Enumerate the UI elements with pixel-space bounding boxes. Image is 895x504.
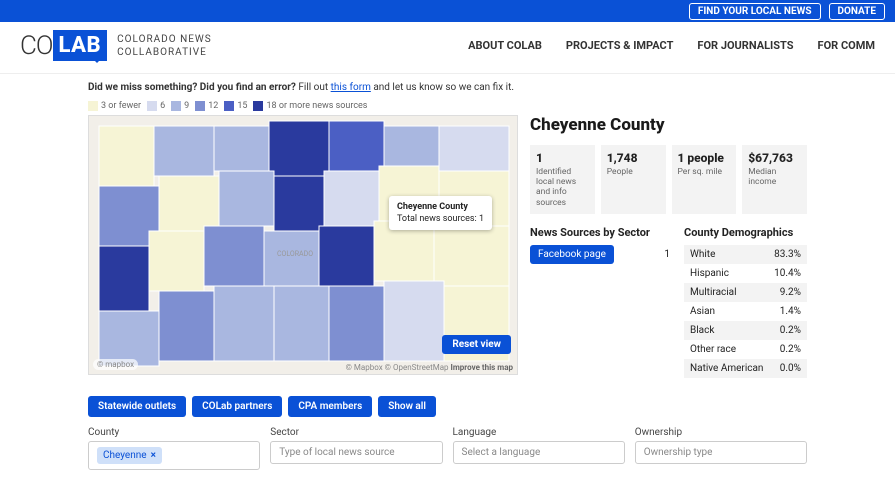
ownership-filter-label: Ownership bbox=[635, 427, 807, 438]
svg-text:COLORADO: COLORADO bbox=[277, 250, 313, 258]
pill-showall[interactable]: Show all bbox=[378, 396, 436, 417]
main-nav: ABOUT COLAB PROJECTS & IMPACT FOR JOURNA… bbox=[468, 39, 875, 52]
sector-filter-label: Sector bbox=[270, 427, 442, 438]
top-bar: FIND YOUR LOCAL NEWS DONATE bbox=[0, 0, 895, 22]
county-tag: Cheyenne× bbox=[97, 447, 162, 464]
language-filter-label: Language bbox=[453, 427, 625, 438]
logo-subtitle: COLORADO NEWSCOLLABORATIVE bbox=[117, 33, 212, 59]
logo-lab: LAB bbox=[53, 30, 108, 61]
choropleth-map[interactable]: COLORADO Cheyenne County Total news sour… bbox=[88, 115, 518, 375]
sector-filter-input[interactable]: Type of local news source bbox=[270, 441, 442, 464]
sector-facebook-pill[interactable]: Facebook page bbox=[530, 245, 614, 264]
mapbox-logo: © mapbox bbox=[93, 359, 138, 370]
map-tooltip: Cheyenne County Total news sources: 1 bbox=[389, 196, 492, 230]
stat-people: 1,748People bbox=[601, 145, 666, 214]
county-filter-label: County bbox=[88, 427, 260, 438]
stat-income: $67,763Median income bbox=[742, 145, 807, 214]
stat-sources: 1Identified local news and info sources bbox=[530, 145, 595, 214]
county-filter-input[interactable]: Cheyenne× bbox=[88, 441, 260, 470]
stat-cards: 1Identified local news and info sources … bbox=[530, 145, 807, 214]
feedback-link[interactable]: this form bbox=[331, 82, 371, 93]
logo[interactable]: CO LAB COLORADO NEWSCOLLABORATIVE bbox=[20, 30, 212, 61]
logo-co: CO bbox=[20, 31, 53, 61]
nav-about[interactable]: ABOUT COLAB bbox=[468, 39, 542, 52]
pill-cpa[interactable]: CPA members bbox=[288, 396, 372, 417]
ownership-filter-input[interactable]: Ownership type bbox=[635, 441, 807, 464]
improve-map-link[interactable]: Improve this map bbox=[451, 363, 513, 372]
nav-journalists[interactable]: FOR JOURNALISTS bbox=[697, 39, 793, 52]
demographics-heading: County Demographics bbox=[684, 226, 807, 239]
remove-tag-icon[interactable]: × bbox=[151, 450, 156, 461]
feedback-line: Did we miss something? Did you find an e… bbox=[88, 82, 807, 93]
reset-view-button[interactable]: Reset view bbox=[442, 335, 511, 354]
nav-communities[interactable]: FOR COMM bbox=[818, 39, 875, 52]
header: CO LAB COLORADO NEWSCOLLABORATIVE ABOUT … bbox=[0, 22, 895, 74]
stat-density: 1 peoplePer sq. mile bbox=[672, 145, 737, 214]
nav-projects[interactable]: PROJECTS & IMPACT bbox=[566, 39, 674, 52]
county-title: Cheyenne County bbox=[530, 115, 807, 135]
sector-facebook-count: 1 bbox=[664, 249, 670, 260]
sectors-heading: News Sources by Sector bbox=[530, 226, 670, 239]
map-attribution: © Mapbox © OpenStreetMap Improve this ma… bbox=[346, 363, 513, 372]
map-legend: 3 or fewer 6 9 12 15 18 or more news sou… bbox=[88, 101, 807, 111]
pill-statewide[interactable]: Statewide outlets bbox=[88, 396, 186, 417]
demographics-table: White83.3% Hispanic10.4% Multiracial9.2%… bbox=[684, 245, 807, 378]
language-filter-input[interactable]: Select a language bbox=[453, 441, 625, 464]
pill-colab[interactable]: COLab partners bbox=[192, 396, 282, 417]
find-local-news-button[interactable]: FIND YOUR LOCAL NEWS bbox=[689, 3, 821, 20]
donate-button[interactable]: DONATE bbox=[829, 3, 885, 20]
filter-pills: Statewide outlets COLab partners CPA mem… bbox=[88, 396, 807, 417]
